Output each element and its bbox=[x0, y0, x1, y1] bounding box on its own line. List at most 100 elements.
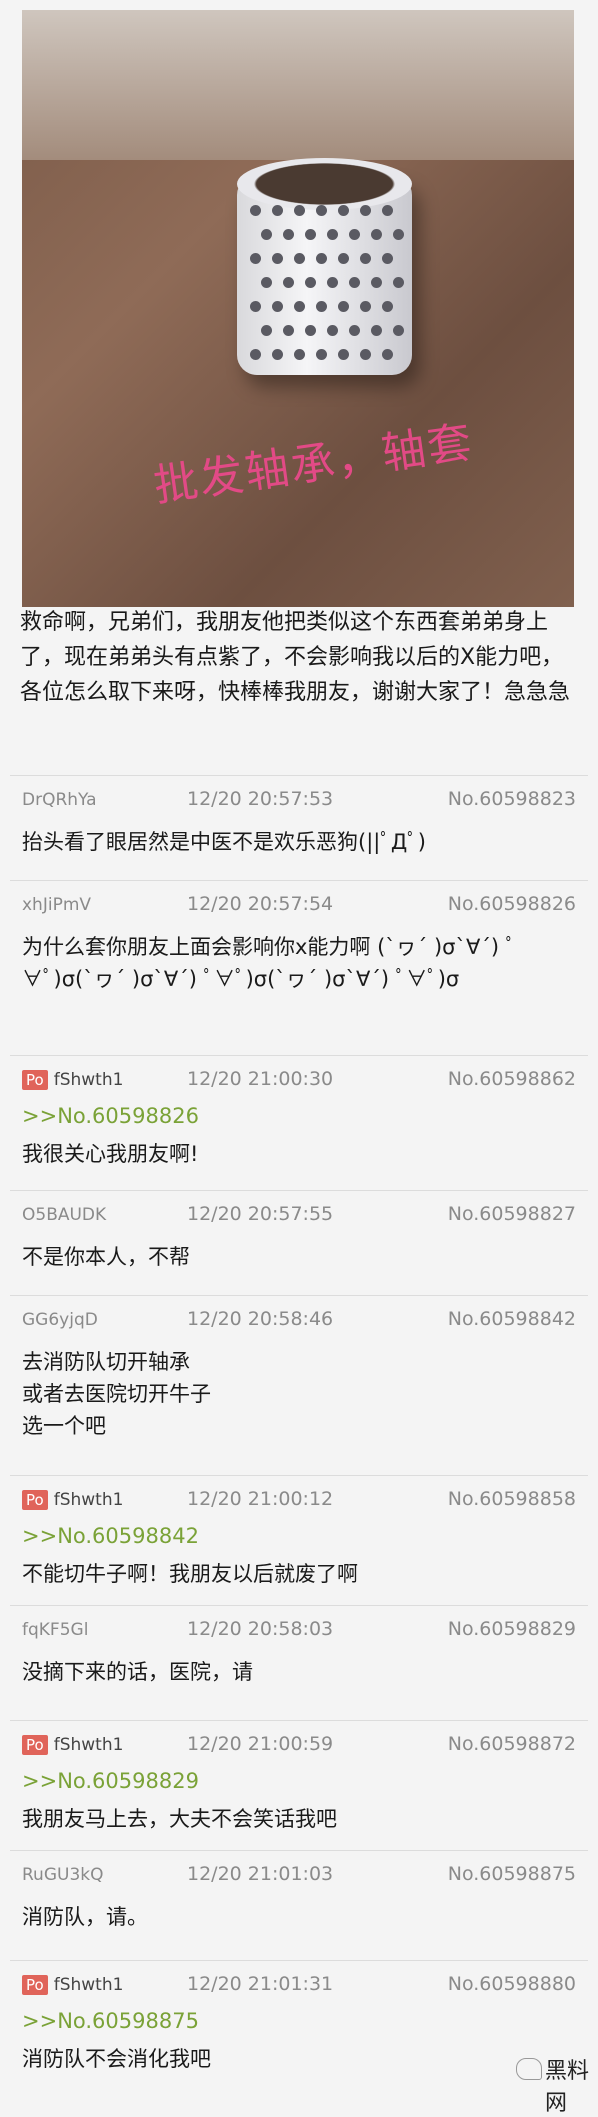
post-meta: Po fShwth1 12/20 21:00:12 No.60598858 bbox=[22, 1488, 576, 1518]
bearing-ball bbox=[371, 325, 382, 336]
post-user-id-text: fqKF5Gl bbox=[22, 1620, 89, 1640]
post-user-id[interactable]: Po fShwth1 bbox=[22, 1735, 123, 1755]
photo-background bbox=[22, 10, 574, 160]
post-timestamp: 12/20 21:00:30 bbox=[187, 1068, 334, 1090]
reply-post: DrQRhYa 12/20 20:57:53 No.60598823 抬头看了眼居然是… bbox=[10, 775, 588, 881]
bearing-ball bbox=[382, 205, 393, 216]
post-user-id[interactable]: Po fShwth1 bbox=[22, 1975, 123, 1995]
bearing-ball bbox=[360, 205, 371, 216]
post-number[interactable]: No.60598880 bbox=[448, 1973, 576, 1995]
post-number[interactable]: No.60598829 bbox=[448, 1618, 576, 1640]
post-body: 去消防队切开轴承 或者去医院切开牛子 选一个吧 bbox=[22, 1350, 211, 1438]
post-user-id[interactable]: GG6yjqD bbox=[22, 1310, 98, 1330]
bearing-photo: 批发轴承，轴套 bbox=[22, 10, 574, 607]
bearing-ball bbox=[349, 277, 360, 288]
reply-post: RuGU3kQ 12/20 21:01:03 No.60598875 消防队，请。 bbox=[10, 1850, 588, 1961]
post-timestamp: 12/20 21:01:03 bbox=[187, 1863, 334, 1885]
quote-reference-link[interactable]: >>No.60598829 bbox=[22, 1769, 199, 1793]
reply-post: fqKF5Gl 12/20 20:58:03 No.60598829 没摘下来的话，医… bbox=[10, 1605, 588, 1721]
post-number[interactable]: No.60598872 bbox=[448, 1733, 576, 1755]
bearing-ball bbox=[393, 277, 404, 288]
bearing-ball bbox=[360, 253, 371, 264]
bearing-ball bbox=[371, 229, 382, 240]
po-badge: Po bbox=[22, 1070, 48, 1090]
po-badge: Po bbox=[22, 1975, 48, 1995]
post-body: 消防队，请。 bbox=[22, 1905, 148, 1929]
post-number[interactable]: No.60598827 bbox=[448, 1203, 576, 1225]
post-number[interactable]: No.60598858 bbox=[448, 1488, 576, 1510]
quote-reference-link[interactable]: >>No.60598826 bbox=[22, 1104, 199, 1128]
reply-post: Po fShwth1 12/20 21:00:59 No.60598872 >>No.6… bbox=[10, 1720, 588, 1851]
bearing-ball bbox=[261, 325, 272, 336]
post-number[interactable]: No.60598875 bbox=[448, 1863, 576, 1885]
bearing-ball bbox=[371, 277, 382, 288]
post-user-id[interactable]: RuGU3kQ bbox=[22, 1865, 103, 1885]
photo-caption: 批发轴承，轴套 bbox=[150, 416, 477, 513]
bearing-ball bbox=[283, 277, 294, 288]
bearing-ball bbox=[349, 325, 360, 336]
bearing-ball bbox=[283, 325, 294, 336]
bearing-ball bbox=[272, 349, 283, 360]
post-body: 我朋友马上去，大夫不会笑话我吧 bbox=[22, 1807, 337, 1831]
bearing-sleeve-top bbox=[237, 158, 412, 210]
post-user-id-text: O5BAUDK bbox=[22, 1205, 107, 1225]
wechat-logo-icon bbox=[516, 2058, 542, 2080]
post-meta: Po fShwth1 12/20 21:01:31 No.60598880 bbox=[22, 1973, 576, 2003]
bearing-ball bbox=[338, 349, 349, 360]
quote-reference-link[interactable]: >>No.60598842 bbox=[22, 1524, 199, 1548]
reply-post: GG6yjqD 12/20 20:58:46 No.60598842 去消防队切开轴承… bbox=[10, 1295, 588, 1476]
post-user-id-text: xhJiPmV bbox=[22, 895, 92, 915]
bearing-ball bbox=[272, 205, 283, 216]
post-user-id-text: fShwth1 bbox=[53, 1975, 124, 1995]
reply-post: xhJiPmV 12/20 20:57:54 No.60598826 为什么套你朋友上… bbox=[10, 880, 588, 1056]
post-body: 消防队不会消化我吧 bbox=[22, 2047, 211, 2071]
post-number[interactable]: No.60598862 bbox=[448, 1068, 576, 1090]
post-timestamp: 12/20 20:57:55 bbox=[187, 1203, 334, 1225]
post-body: 不是你本人，不帮 bbox=[22, 1245, 190, 1269]
bearing-ball bbox=[250, 253, 261, 264]
post-user-id[interactable]: xhJiPmV bbox=[22, 895, 91, 915]
post-number[interactable]: No.60598823 bbox=[448, 788, 576, 810]
bearing-ball bbox=[316, 301, 327, 312]
bearing-ball bbox=[305, 325, 316, 336]
post-number[interactable]: No.60598842 bbox=[448, 1308, 576, 1330]
post-timestamp: 12/20 20:57:53 bbox=[187, 788, 334, 810]
bearing-ball bbox=[294, 349, 305, 360]
bearing-ball bbox=[382, 349, 393, 360]
post-meta: RuGU3kQ 12/20 21:01:03 No.60598875 bbox=[22, 1863, 576, 1893]
post-meta: GG6yjqD 12/20 20:58:46 No.60598842 bbox=[22, 1308, 576, 1338]
bearing-ball bbox=[338, 253, 349, 264]
bearing-ball bbox=[360, 301, 371, 312]
post-body: 抬头看了眼居然是中医不是欢乐恶狗(||ﾟДﾟ) bbox=[22, 830, 426, 854]
post-user-id-text: fShwth1 bbox=[53, 1735, 124, 1755]
post-number[interactable]: No.60598826 bbox=[448, 893, 576, 915]
po-badge: Po bbox=[22, 1735, 48, 1755]
quote-reference-link[interactable]: >>No.60598875 bbox=[22, 2009, 199, 2033]
post-user-id[interactable]: O5BAUDK bbox=[22, 1205, 106, 1225]
bearing-ball bbox=[327, 229, 338, 240]
post-meta: O5BAUDK 12/20 20:57:55 No.60598827 bbox=[22, 1203, 576, 1233]
bearing-ball bbox=[393, 229, 404, 240]
post-meta: Po fShwth1 12/20 21:00:59 No.60598872 bbox=[22, 1733, 576, 1763]
post-user-id[interactable]: fqKF5Gl bbox=[22, 1620, 88, 1640]
post-user-id[interactable]: DrQRhYa bbox=[22, 790, 97, 810]
bearing-ball bbox=[360, 349, 371, 360]
reply-post: Po fShwth1 12/20 21:00:12 No.60598858 >>No.6… bbox=[10, 1475, 588, 1606]
post-body: 为什么套你朋友上面会影响你x能力啊 (`ヮ´ )σ`∀´) ﾟ∀ﾟ)σ(`ヮ´ … bbox=[22, 935, 517, 991]
bearing-ball bbox=[283, 229, 294, 240]
post-user-id[interactable]: Po fShwth1 bbox=[22, 1490, 123, 1510]
watermark: 黑料网 bbox=[545, 2059, 590, 2116]
post-meta: xhJiPmV 12/20 20:57:54 No.60598826 bbox=[22, 893, 576, 923]
bearing-ball bbox=[327, 277, 338, 288]
post-user-id[interactable]: Po fShwth1 bbox=[22, 1070, 123, 1090]
post-meta: fqKF5Gl 12/20 20:58:03 No.60598829 bbox=[22, 1618, 576, 1648]
post-timestamp: 12/20 20:58:03 bbox=[187, 1618, 334, 1640]
post-timestamp: 12/20 21:01:31 bbox=[187, 1973, 334, 1995]
bearing-ball bbox=[294, 253, 305, 264]
bearing-ball bbox=[272, 253, 283, 264]
reply-post: Po fShwth1 12/20 21:01:31 No.60598880 >>No.6… bbox=[10, 1960, 588, 2084]
bearing-ball bbox=[261, 277, 272, 288]
post-timestamp: 12/20 20:57:54 bbox=[187, 893, 334, 915]
post-timestamp: 12/20 21:00:12 bbox=[187, 1488, 334, 1510]
post-user-id-text: DrQRhYa bbox=[22, 790, 97, 810]
